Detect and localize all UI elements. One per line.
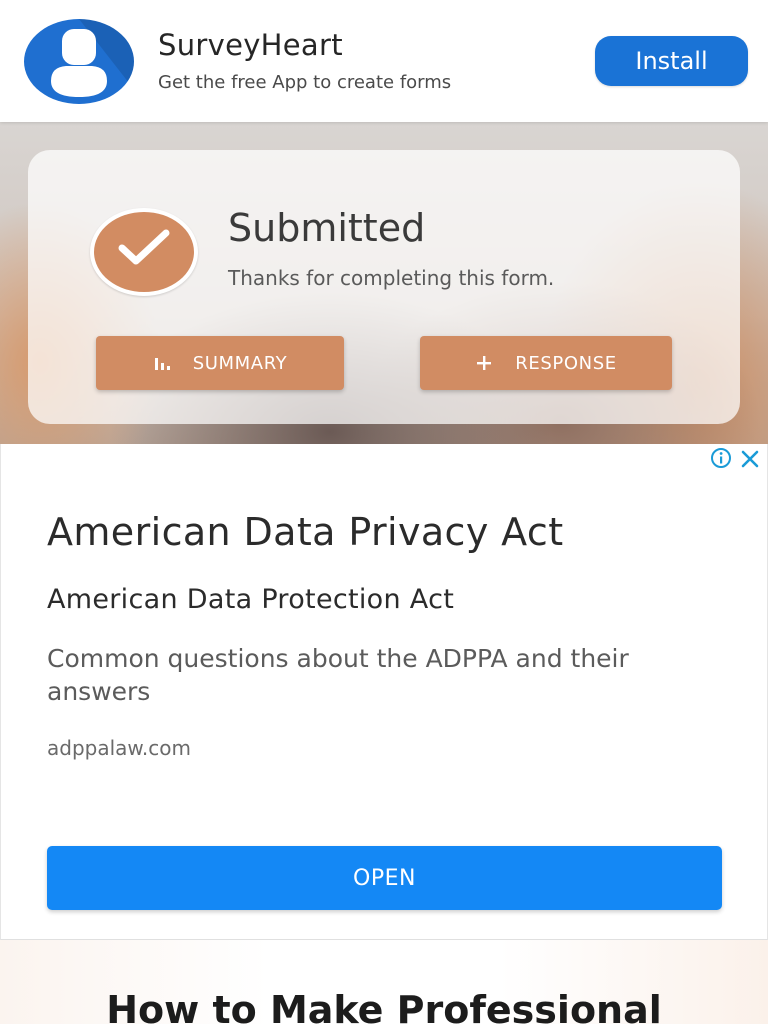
submitted-title: Submitted — [228, 206, 426, 250]
close-icon[interactable] — [738, 447, 762, 471]
ad-block: American Data Privacy Act American Data … — [0, 444, 768, 940]
submission-card: Submitted Thanks for completing this for… — [28, 150, 740, 424]
install-button[interactable]: Install — [595, 36, 748, 86]
hero-background: Submitted Thanks for completing this for… — [0, 122, 768, 444]
app-install-banner: SurveyHeart Get the free App to create f… — [0, 0, 768, 122]
ad-description: Common questions about the ADPPA and the… — [47, 644, 629, 706]
response-button[interactable]: RESPONSE — [420, 336, 672, 390]
submitted-message: Thanks for completing this form. — [228, 266, 555, 290]
check-icon — [90, 208, 198, 296]
ad-headline[interactable]: American Data Privacy Act — [47, 510, 564, 554]
summary-button[interactable]: SUMMARY — [96, 336, 344, 390]
promo-heading: How to Make Professional — [106, 988, 662, 1024]
ad-subheadline[interactable]: American Data Protection Act — [47, 584, 454, 615]
app-tagline: Get the free App to create forms — [158, 72, 452, 93]
bar-chart-icon — [154, 358, 170, 370]
surveyheart-logo-icon — [24, 19, 134, 104]
promo-section: How to Make Professional — [0, 940, 768, 1024]
plus-icon — [477, 356, 492, 370]
ad-url[interactable]: adppalaw.com — [47, 736, 191, 760]
info-icon[interactable] — [710, 447, 732, 469]
response-label: RESPONSE — [515, 352, 617, 374]
summary-label: SUMMARY — [192, 352, 288, 374]
app-name: SurveyHeart — [158, 28, 343, 62]
ad-open-button[interactable]: OPEN — [47, 846, 722, 910]
